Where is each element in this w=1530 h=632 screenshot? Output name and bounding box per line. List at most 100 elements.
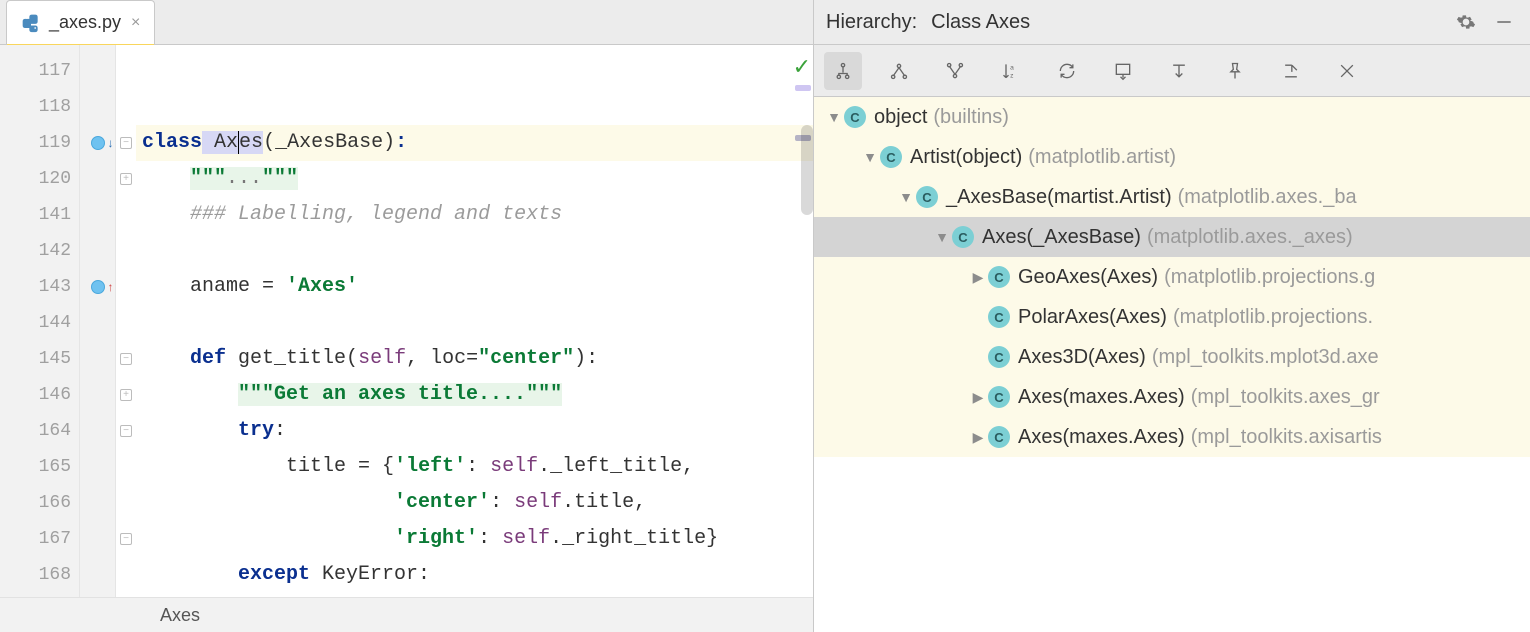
class-name: Axes3D(Axes) bbox=[1018, 346, 1146, 369]
hierarchy-row[interactable]: ▶CPolarAxes(Axes) (matplotlib.projection… bbox=[814, 297, 1530, 337]
line-number: 146 bbox=[0, 377, 79, 413]
tree-arrow-icon[interactable]: ▼ bbox=[824, 109, 844, 125]
line-number: 167 bbox=[0, 521, 79, 557]
hierarchy-pane: Hierarchy: Class Axes az ▼Cobject (built… bbox=[814, 0, 1530, 632]
code-caret: x bbox=[226, 131, 239, 154]
line-number: 141 bbox=[0, 197, 79, 233]
code-token: 'center' bbox=[394, 491, 490, 514]
class-name: GeoAxes(Axes) bbox=[1018, 266, 1158, 289]
hierarchy-row[interactable]: ▼C _AxesBase(martist.Artist) (matplotlib.… bbox=[814, 177, 1530, 217]
hierarchy-row[interactable]: ▶CAxes(maxes.Axes) (mpl_toolkits.axes_gr bbox=[814, 377, 1530, 417]
tree-arrow-icon[interactable]: ▼ bbox=[860, 149, 880, 165]
class-icon: C bbox=[844, 106, 866, 128]
supertypes-button[interactable] bbox=[880, 52, 918, 90]
line-number: 143 bbox=[0, 269, 79, 305]
hierarchy-row[interactable]: ▶CAxes3D(Axes) (mpl_toolkits.mplot3d.axe bbox=[814, 337, 1530, 377]
code-token: (_AxesBase) bbox=[263, 131, 395, 154]
class-location: (mpl_toolkits.axes_gr bbox=[1191, 386, 1380, 409]
fold-gutter: − + − + − − bbox=[116, 45, 136, 597]
gear-icon[interactable] bbox=[1452, 8, 1480, 36]
overview-marker[interactable] bbox=[795, 85, 811, 91]
hierarchy-tree[interactable]: ▼Cobject (builtins)▼CArtist(object) (mat… bbox=[814, 97, 1530, 632]
code-token: class bbox=[142, 131, 202, 154]
fold-toggle[interactable]: − bbox=[116, 413, 136, 449]
subtypes-button[interactable] bbox=[936, 52, 974, 90]
class-icon: C bbox=[988, 346, 1010, 368]
breadcrumb-item[interactable]: Axes bbox=[160, 605, 200, 625]
line-number: 119 bbox=[0, 125, 79, 161]
class-location: (matplotlib.artist) bbox=[1028, 146, 1176, 169]
line-number: 142 bbox=[0, 233, 79, 269]
code-token: ): bbox=[574, 347, 598, 370]
line-number: 120 bbox=[0, 161, 79, 197]
class-hierarchy-button[interactable] bbox=[824, 52, 862, 90]
override-down-marker[interactable] bbox=[80, 125, 115, 161]
minimize-icon[interactable] bbox=[1490, 8, 1518, 36]
file-tab-label: _axes.py bbox=[49, 12, 121, 33]
close-button[interactable] bbox=[1328, 52, 1366, 90]
override-up-marker[interactable] bbox=[80, 269, 115, 305]
code-token: : bbox=[395, 131, 407, 154]
file-tab[interactable]: _axes.py × bbox=[6, 0, 155, 44]
code-token: , loc= bbox=[406, 347, 478, 370]
editor-overview-strip[interactable]: ✓ bbox=[793, 45, 813, 597]
refresh-button[interactable] bbox=[1048, 52, 1086, 90]
scrollbar-thumb[interactable] bbox=[801, 125, 813, 215]
code-area[interactable]: class Axes(_AxesBase): """...""" ### Lab… bbox=[136, 45, 813, 597]
class-name: PolarAxes(Axes) bbox=[1018, 306, 1167, 329]
class-location: (matplotlib.projections. bbox=[1173, 306, 1373, 329]
fold-toggle[interactable]: + bbox=[116, 377, 136, 413]
code-token: KeyError: bbox=[310, 563, 430, 586]
class-name: _AxesBase(martist.Artist) bbox=[946, 186, 1172, 209]
class-icon: C bbox=[988, 426, 1010, 448]
code-token: ._right_title} bbox=[550, 527, 718, 550]
class-icon: C bbox=[916, 186, 938, 208]
sort-alpha-button[interactable]: az bbox=[992, 52, 1030, 90]
close-tab-icon[interactable]: × bbox=[131, 14, 140, 32]
class-location: (builtins) bbox=[933, 106, 1009, 129]
code-token: self bbox=[490, 455, 538, 478]
fold-toggle[interactable]: − bbox=[116, 125, 136, 161]
hierarchy-row[interactable]: ▼CAxes(_AxesBase) (matplotlib.axes._axes… bbox=[814, 217, 1530, 257]
class-icon: C bbox=[988, 386, 1010, 408]
class-name: Axes(_AxesBase) bbox=[982, 226, 1141, 249]
class-name: Artist(object) bbox=[910, 146, 1022, 169]
code-token: : bbox=[490, 491, 514, 514]
hierarchy-title-value: Class Axes bbox=[931, 11, 1030, 34]
code-token: 'Axes' bbox=[286, 275, 358, 298]
hierarchy-row[interactable]: ▼CArtist(object) (matplotlib.artist) bbox=[814, 137, 1530, 177]
class-icon: C bbox=[988, 306, 1010, 328]
editor-body: 117 118 119 120 141 142 143 144 145 146 … bbox=[0, 45, 813, 597]
hierarchy-row[interactable]: ▶CAxes(maxes.Axes) (mpl_toolkits.axisart… bbox=[814, 417, 1530, 457]
code-token: ... bbox=[226, 167, 262, 190]
autoscroll-button[interactable] bbox=[1104, 52, 1142, 90]
line-number: 144 bbox=[0, 305, 79, 341]
code-token: """Get an axes title....""" bbox=[238, 383, 562, 406]
inspection-ok-icon[interactable]: ✓ bbox=[793, 55, 811, 81]
export-button[interactable] bbox=[1272, 52, 1310, 90]
fold-toggle[interactable]: − bbox=[116, 521, 136, 557]
tree-arrow-icon[interactable]: ▼ bbox=[896, 189, 916, 205]
line-number-gutter[interactable]: 117 118 119 120 141 142 143 144 145 146 … bbox=[0, 45, 80, 597]
class-name: Axes(maxes.Axes) bbox=[1018, 426, 1185, 449]
breadcrumb[interactable]: Axes bbox=[0, 597, 813, 632]
hierarchy-header: Hierarchy: Class Axes bbox=[814, 0, 1530, 45]
tree-arrow-icon[interactable]: ▶ bbox=[968, 429, 988, 446]
pin-button[interactable] bbox=[1216, 52, 1254, 90]
hierarchy-row[interactable]: ▶CGeoAxes(Axes) (matplotlib.projections.… bbox=[814, 257, 1530, 297]
tree-arrow-icon[interactable]: ▶ bbox=[968, 269, 988, 286]
tree-arrow-icon[interactable]: ▼ bbox=[932, 229, 952, 245]
fold-toggle[interactable]: + bbox=[116, 161, 136, 197]
line-number: 118 bbox=[0, 89, 79, 125]
fold-toggle[interactable]: − bbox=[116, 341, 136, 377]
code-token: ### Labelling, legend and texts bbox=[190, 203, 562, 226]
expand-all-button[interactable] bbox=[1160, 52, 1198, 90]
code-token: : bbox=[478, 527, 502, 550]
hierarchy-row[interactable]: ▼Cobject (builtins) bbox=[814, 97, 1530, 137]
code-token: self bbox=[358, 347, 406, 370]
code-token: ._left_title, bbox=[538, 455, 694, 478]
code-token: self bbox=[502, 527, 550, 550]
class-location: (matplotlib.axes._ba bbox=[1178, 186, 1357, 209]
tree-arrow-icon[interactable]: ▶ bbox=[968, 389, 988, 406]
editor-pane: _axes.py × 117 118 119 120 141 142 143 1… bbox=[0, 0, 814, 632]
